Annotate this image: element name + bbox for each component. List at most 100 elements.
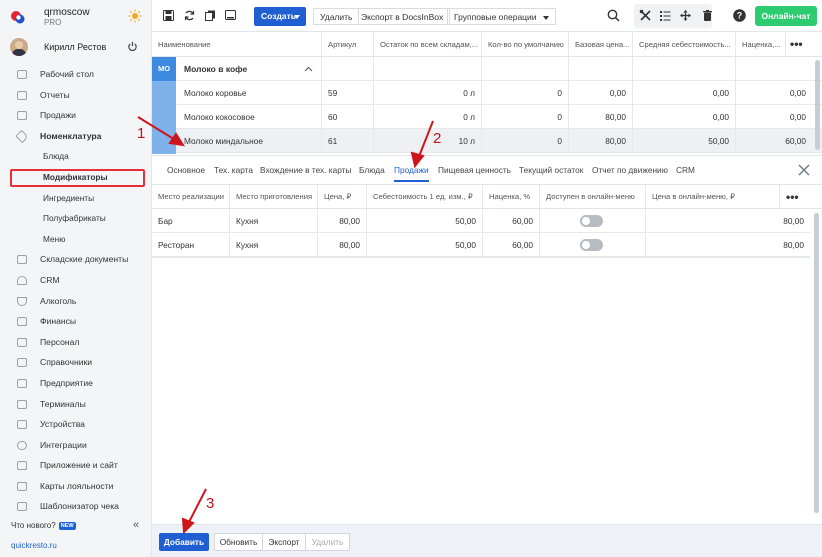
sidebar-item-app-site[interactable]: Приложение и сайт bbox=[0, 455, 152, 476]
tab-nutrition[interactable]: Пищевая ценность bbox=[438, 165, 511, 175]
tools-icon[interactable] bbox=[639, 9, 652, 22]
tab-tech-card-usage[interactable]: Вхождение в тех. карты bbox=[260, 165, 351, 175]
cell-sale-place: Бар bbox=[152, 209, 230, 233]
whats-new-link[interactable]: Что нового? NEW bbox=[11, 521, 76, 530]
export-docsinbox-button[interactable]: Экспорт в DocsInBox bbox=[355, 8, 451, 25]
list-icon[interactable] bbox=[660, 10, 671, 21]
export-button[interactable]: Экспорт bbox=[263, 533, 306, 551]
collapse-sidebar-button[interactable]: « bbox=[133, 519, 139, 531]
sidebar-nav: Рабочий стол Отчеты Продажи Номенклатура… bbox=[0, 64, 152, 517]
tab-current-stock[interactable]: Текущий остаток bbox=[519, 165, 583, 175]
online-menu-toggle[interactable] bbox=[580, 215, 603, 227]
refresh-button[interactable]: Обновить bbox=[214, 533, 263, 551]
sidebar-item-label: Шаблонизатор чека bbox=[40, 501, 119, 512]
cell-stock: 0 л bbox=[374, 105, 482, 129]
sidebar-item-menu[interactable]: Меню bbox=[0, 229, 152, 250]
sidebar-item-modifiers[interactable]: Модификаторы bbox=[0, 167, 152, 188]
sun-icon[interactable] bbox=[128, 9, 142, 23]
column-header-base-price[interactable]: Базовая цена... bbox=[569, 32, 633, 57]
cell-avg-cost: 0,00 bbox=[633, 81, 736, 105]
site-link[interactable]: quickresto.ru bbox=[11, 541, 57, 550]
user-profile[interactable]: Кирилл Рестов bbox=[10, 38, 150, 58]
column-header-price[interactable]: Цена, ₽ bbox=[318, 185, 367, 209]
refresh-icon[interactable] bbox=[184, 10, 195, 21]
add-button[interactable]: Добавить bbox=[159, 533, 209, 551]
online-chat-button[interactable]: Онлайн-чат bbox=[755, 6, 817, 26]
tab-movement-report[interactable]: Отчет по движению bbox=[592, 165, 668, 175]
sidebar-item-finance[interactable]: Финансы bbox=[0, 311, 152, 332]
grid-scrollbar[interactable] bbox=[815, 60, 820, 150]
trash-icon[interactable] bbox=[702, 10, 713, 21]
sidebar-item-integrations[interactable]: Интеграции bbox=[0, 435, 152, 456]
column-header-stock[interactable]: Остаток по всем складам,... bbox=[374, 32, 482, 57]
sidebar-item-terminals[interactable]: Терминалы bbox=[0, 394, 152, 415]
more-columns-icon[interactable]: ••• bbox=[786, 32, 822, 57]
table-row-selected[interactable]: Молоко миндальное 61 10 л 0 80,00 50,00 … bbox=[176, 129, 822, 153]
chevron-down-icon bbox=[542, 16, 549, 20]
brand[interactable]: qrmoscow PRO bbox=[10, 6, 150, 28]
table-row[interactable]: Бар Кухня 80,00 50,00 60,00 80,00 bbox=[152, 209, 810, 233]
table-row[interactable]: Молоко кокосовое 60 0 л 0 80,00 0,00 0,0… bbox=[176, 105, 822, 129]
delete-button-disabled[interactable]: Удалить bbox=[306, 533, 350, 551]
sidebar-item-dishes[interactable]: Блюда bbox=[0, 146, 152, 167]
sidebar: qrmoscow PRO Кирилл Рестов Рабочий стол … bbox=[0, 0, 152, 557]
window-icon[interactable] bbox=[225, 10, 236, 21]
save-icon[interactable] bbox=[163, 10, 174, 21]
online-menu-toggle[interactable] bbox=[580, 239, 603, 251]
sidebar-item-staff[interactable]: Персонал bbox=[0, 332, 152, 353]
help-icon[interactable]: ? bbox=[733, 9, 746, 22]
column-header-avg-cost[interactable]: Средняя себестоимость... bbox=[633, 32, 736, 57]
tab-general[interactable]: Основное bbox=[167, 165, 205, 175]
search-icon[interactable] bbox=[607, 9, 620, 22]
sidebar-item-warehouse-docs[interactable]: Складские документы bbox=[0, 249, 152, 270]
column-header-default-qty[interactable]: Кол-во по умолчанию bbox=[482, 32, 569, 57]
close-icon[interactable] bbox=[798, 164, 810, 176]
table-row[interactable]: Ресторан Кухня 80,00 50,00 60,00 80,00 bbox=[152, 233, 810, 257]
cell-base-price: 0,00 bbox=[569, 81, 633, 105]
sidebar-item-receipt-templates[interactable]: Шаблонизатор чека bbox=[0, 496, 152, 517]
sidebar-item-nomenclature[interactable]: Номенклатура bbox=[0, 126, 152, 147]
column-header-name[interactable]: Наименование bbox=[152, 32, 322, 57]
column-header-cooking-place[interactable]: Место приготовления bbox=[230, 185, 318, 209]
sales-scrollbar[interactable] bbox=[814, 213, 819, 513]
move-icon[interactable] bbox=[680, 10, 691, 21]
more-columns-icon[interactable]: ••• bbox=[780, 185, 822, 209]
sidebar-item-references[interactable]: Справочники bbox=[0, 352, 152, 373]
sidebar-item-semifinished[interactable]: Полуфабрикаты bbox=[0, 208, 152, 229]
copy-icon[interactable] bbox=[205, 10, 216, 21]
column-header-unit-cost[interactable]: Себестоимость 1 ед. изм., ₽ bbox=[367, 185, 483, 209]
cell-avg-cost: 50,00 bbox=[633, 129, 736, 153]
sidebar-item-enterprise[interactable]: Предприятие bbox=[0, 373, 152, 394]
cell-markup: 0,00 bbox=[789, 112, 806, 122]
sidebar-item-sales[interactable]: Продажи bbox=[0, 105, 152, 126]
sidebar-item-label: Меню bbox=[43, 233, 66, 244]
cell-sale-place: Ресторан bbox=[152, 233, 230, 257]
tab-crm[interactable]: CRM bbox=[676, 165, 695, 175]
sidebar-item-reports[interactable]: Отчеты bbox=[0, 85, 152, 106]
tab-sales[interactable]: Продажи bbox=[394, 165, 429, 182]
column-header-online-price[interactable]: Цена в онлайн-меню, ₽ bbox=[646, 185, 780, 209]
brand-name: qrmoscow bbox=[44, 7, 90, 18]
column-header-markup[interactable]: Наценка, % bbox=[483, 185, 540, 209]
table-row[interactable]: Молоко коровье 59 0 л 0 0,00 0,00 0,00 bbox=[176, 81, 822, 105]
sidebar-item-alcohol[interactable]: Алкоголь bbox=[0, 291, 152, 312]
column-header-markup[interactable]: Наценка,... bbox=[736, 32, 786, 57]
sidebar-item-crm[interactable]: CRM bbox=[0, 270, 152, 291]
group-row[interactable]: Молоко в кофе bbox=[176, 57, 822, 81]
tab-tech-card[interactable]: Тех. карта bbox=[214, 165, 253, 175]
sidebar-item-loyalty-cards[interactable]: Карты лояльности bbox=[0, 476, 152, 497]
power-icon[interactable] bbox=[127, 41, 138, 52]
delete-button[interactable]: Удалить bbox=[313, 8, 360, 25]
column-header-online-available[interactable]: Доступен в онлайн-меню bbox=[540, 185, 646, 209]
tab-dishes[interactable]: Блюда bbox=[359, 165, 385, 175]
chevron-up-icon[interactable] bbox=[304, 66, 313, 72]
sidebar-item-dashboard[interactable]: Рабочий стол bbox=[0, 64, 152, 85]
create-button[interactable]: Создать bbox=[254, 7, 306, 26]
sidebar-item-label: Устройства bbox=[40, 419, 85, 430]
column-header-article[interactable]: Артикул bbox=[322, 32, 374, 57]
reports-icon bbox=[17, 90, 27, 100]
sidebar-item-ingredients[interactable]: Ингредиенты bbox=[0, 188, 152, 209]
sidebar-item-devices[interactable]: Устройства bbox=[0, 414, 152, 435]
column-header-sale-place[interactable]: Место реализации bbox=[152, 185, 230, 209]
group-operations-dropdown[interactable]: Групповые операции bbox=[447, 8, 556, 25]
